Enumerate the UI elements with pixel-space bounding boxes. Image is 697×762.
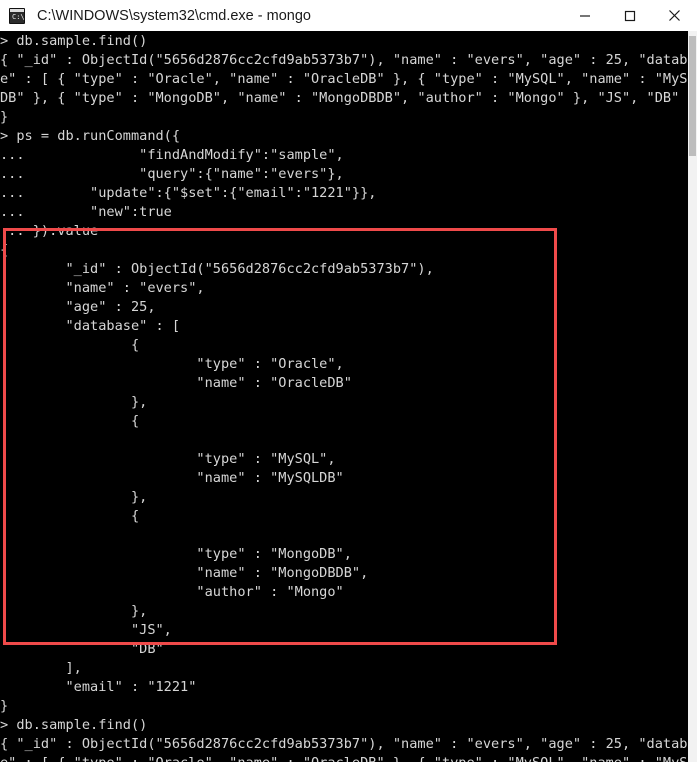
close-button[interactable] (652, 0, 697, 31)
scrollbar-thumb[interactable] (689, 36, 696, 156)
maximize-button[interactable] (607, 0, 652, 31)
cmd-icon-prompt-glyph: C:\ (12, 12, 25, 21)
cmd-icon-titlebar-stripe (10, 8, 24, 12)
window-controls (562, 0, 697, 31)
cmd-console-icon: C:\ (9, 7, 25, 24)
cmd-window: C:\ C:\WINDOWS\system32\cmd.exe - mongo (0, 0, 697, 762)
vertical-scrollbar[interactable] (688, 31, 697, 762)
terminal-output-area[interactable]: > db.sample.find() { "_id" : ObjectId("5… (0, 31, 697, 762)
terminal-text: > db.sample.find() { "_id" : ObjectId("5… (0, 33, 697, 762)
minimize-icon (579, 14, 590, 17)
window-titlebar: C:\ C:\WINDOWS\system32\cmd.exe - mongo (0, 0, 697, 31)
close-icon (669, 10, 680, 21)
titlebar-left: C:\ C:\WINDOWS\system32\cmd.exe - mongo (0, 7, 562, 24)
minimize-button[interactable] (562, 0, 607, 31)
maximize-icon (624, 10, 635, 21)
window-title: C:\WINDOWS\system32\cmd.exe - mongo (37, 7, 311, 24)
